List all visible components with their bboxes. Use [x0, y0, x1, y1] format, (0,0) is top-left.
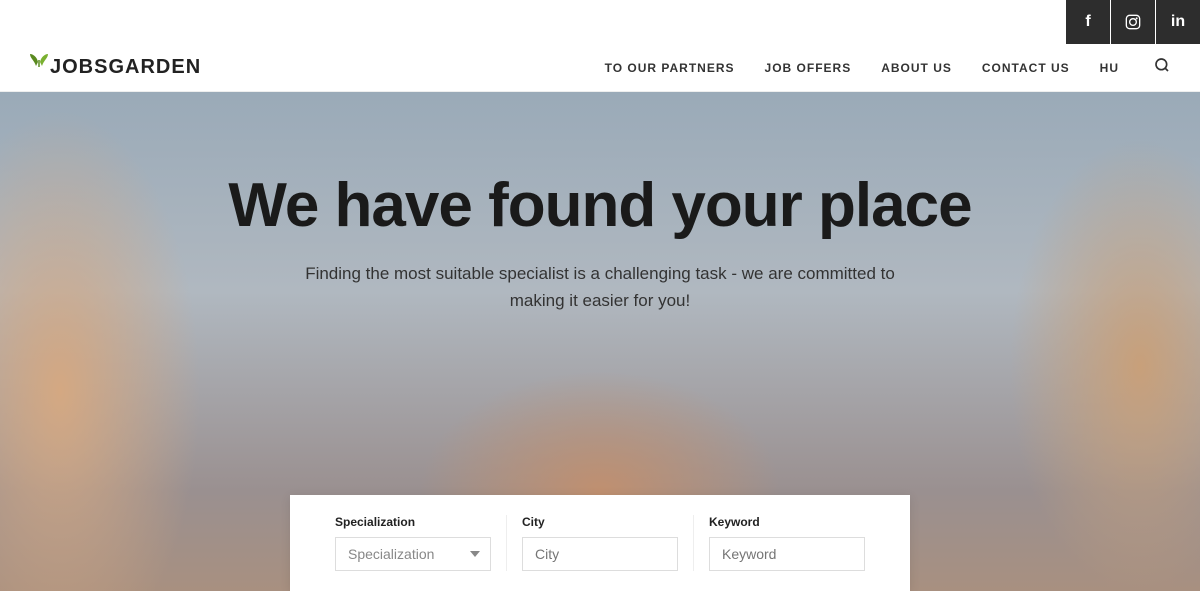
specialization-field: Specialization Specialization — [320, 515, 507, 571]
nav-about-us[interactable]: ABOUT US — [881, 61, 952, 75]
main-nav: TO OUR PARTNERS JOB OFFERS ABOUT US CONT… — [605, 57, 1170, 78]
header: JOBSGARDEN TO OUR PARTNERS JOB OFFERS AB… — [0, 44, 1200, 92]
linkedin-icon[interactable]: in — [1156, 0, 1200, 44]
specialization-select[interactable]: Specialization — [335, 537, 491, 571]
keyword-label: Keyword — [709, 515, 865, 529]
logo-text: JOBSGARDEN — [50, 56, 201, 79]
logo[interactable]: JOBSGARDEN — [30, 52, 201, 83]
facebook-icon[interactable]: f — [1066, 0, 1110, 44]
nav-contact-us[interactable]: CONTACT US — [982, 61, 1070, 75]
keyword-input[interactable] — [709, 537, 865, 571]
social-bar: f in — [0, 0, 1200, 44]
city-field: City — [507, 515, 694, 571]
city-input[interactable] — [522, 537, 678, 571]
hero-section: We have found your place Finding the mos… — [0, 92, 1200, 591]
logo-leaves-icon — [28, 52, 50, 73]
city-label: City — [522, 515, 678, 529]
search-icon[interactable] — [1154, 57, 1170, 78]
nav-hu[interactable]: HU — [1100, 61, 1119, 75]
nav-job-offers[interactable]: JOB OFFERS — [765, 61, 852, 75]
nav-to-our-partners[interactable]: TO OUR PARTNERS — [605, 61, 735, 75]
search-form: Specialization Specialization City Keywo… — [290, 495, 910, 591]
hero-subtitle: Finding the most suitable specialist is … — [300, 260, 900, 314]
hero-title: We have found your place — [0, 172, 1200, 240]
specialization-label: Specialization — [335, 515, 491, 529]
instagram-icon[interactable] — [1111, 0, 1155, 44]
hero-content: We have found your place Finding the mos… — [0, 92, 1200, 355]
keyword-field: Keyword — [694, 515, 880, 571]
